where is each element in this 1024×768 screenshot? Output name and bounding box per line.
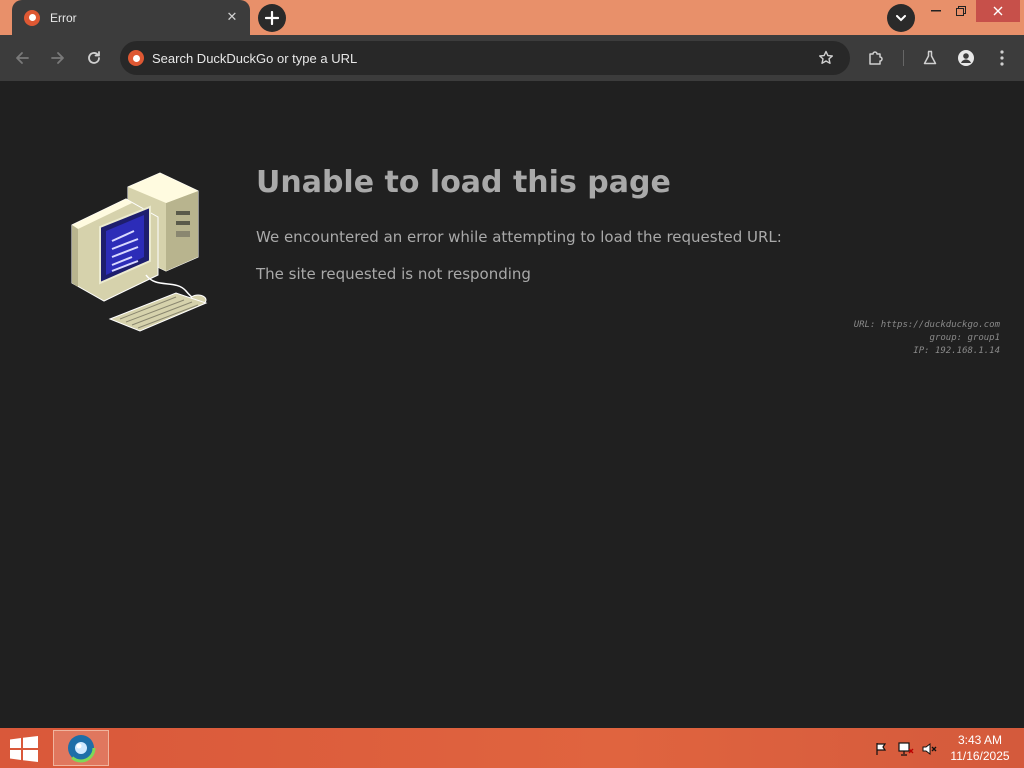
- tab-title: Error: [50, 10, 77, 25]
- error-title: Unable to load this page: [256, 165, 671, 200]
- error-description: We encountered an error while attempting…: [256, 228, 782, 246]
- toolbar-divider: [903, 50, 904, 66]
- address-input[interactable]: Search DuckDuckGo or type a URL: [152, 51, 812, 66]
- arrow-left-icon: [16, 52, 29, 64]
- detail-group: group: group1: [929, 333, 1000, 343]
- taskbar: 3:43 AM 11/16/2025: [0, 728, 1024, 768]
- system-clock[interactable]: 3:43 AM 11/16/2025: [944, 732, 1016, 764]
- taskbar-browser-app[interactable]: [53, 730, 109, 766]
- flask-icon: [923, 50, 937, 65]
- duckduckgo-icon: [24, 9, 40, 26]
- browser-app-icon: [66, 733, 96, 763]
- computer-illustration: [71, 172, 208, 332]
- browser-tab[interactable]: Error ✕: [12, 0, 250, 35]
- chevron-down-icon: [896, 14, 906, 21]
- arrow-right-icon: [51, 52, 64, 64]
- tab-search-button[interactable]: [887, 4, 915, 32]
- clock-time: 3:43 AM: [957, 733, 1003, 747]
- page-content: Unable to load this page We encountered …: [0, 81, 1024, 728]
- detail-ip: IP: 192.168.1.14: [913, 346, 1000, 356]
- menu-button[interactable]: [988, 44, 1016, 72]
- error-reason: The site requested is not responding: [256, 265, 531, 283]
- close-window-button[interactable]: [976, 0, 1020, 22]
- forward-button[interactable]: [44, 44, 72, 72]
- start-button[interactable]: [10, 736, 38, 762]
- account-icon: [958, 50, 974, 66]
- action-center-flag-icon[interactable]: [874, 741, 890, 757]
- plus-icon: [265, 11, 279, 25]
- restore-icon: [956, 6, 966, 16]
- bookmark-star-icon[interactable]: [812, 44, 840, 72]
- error-details: URL: https://duckduckgo.com group: group…: [854, 319, 1000, 358]
- close-icon: [993, 6, 1003, 16]
- profile-button[interactable]: [952, 44, 980, 72]
- close-tab-icon[interactable]: ✕: [222, 8, 242, 28]
- star-icon: [819, 50, 833, 64]
- browser-toolbar: Search DuckDuckGo or type a URL: [0, 35, 1024, 81]
- labs-button[interactable]: [916, 44, 944, 72]
- network-icon[interactable]: [898, 741, 914, 757]
- clock-date: 11/16/2025: [950, 749, 1010, 763]
- title-bar: Error ✕: [0, 0, 1024, 35]
- back-button[interactable]: [8, 44, 36, 72]
- address-bar[interactable]: Search DuckDuckGo or type a URL: [120, 41, 850, 75]
- volume-muted-icon[interactable]: [922, 741, 938, 757]
- reload-button[interactable]: [80, 44, 108, 72]
- restore-button[interactable]: [944, 0, 978, 22]
- extensions-button[interactable]: [862, 44, 890, 72]
- duckduckgo-icon: [128, 50, 144, 66]
- new-tab-button[interactable]: [258, 4, 286, 32]
- puzzle-icon: [869, 51, 883, 65]
- detail-url: URL: https://duckduckgo.com: [853, 320, 1000, 330]
- reload-icon: [88, 51, 100, 64]
- minimize-icon: [931, 10, 941, 12]
- kebab-menu-icon: [1000, 50, 1004, 66]
